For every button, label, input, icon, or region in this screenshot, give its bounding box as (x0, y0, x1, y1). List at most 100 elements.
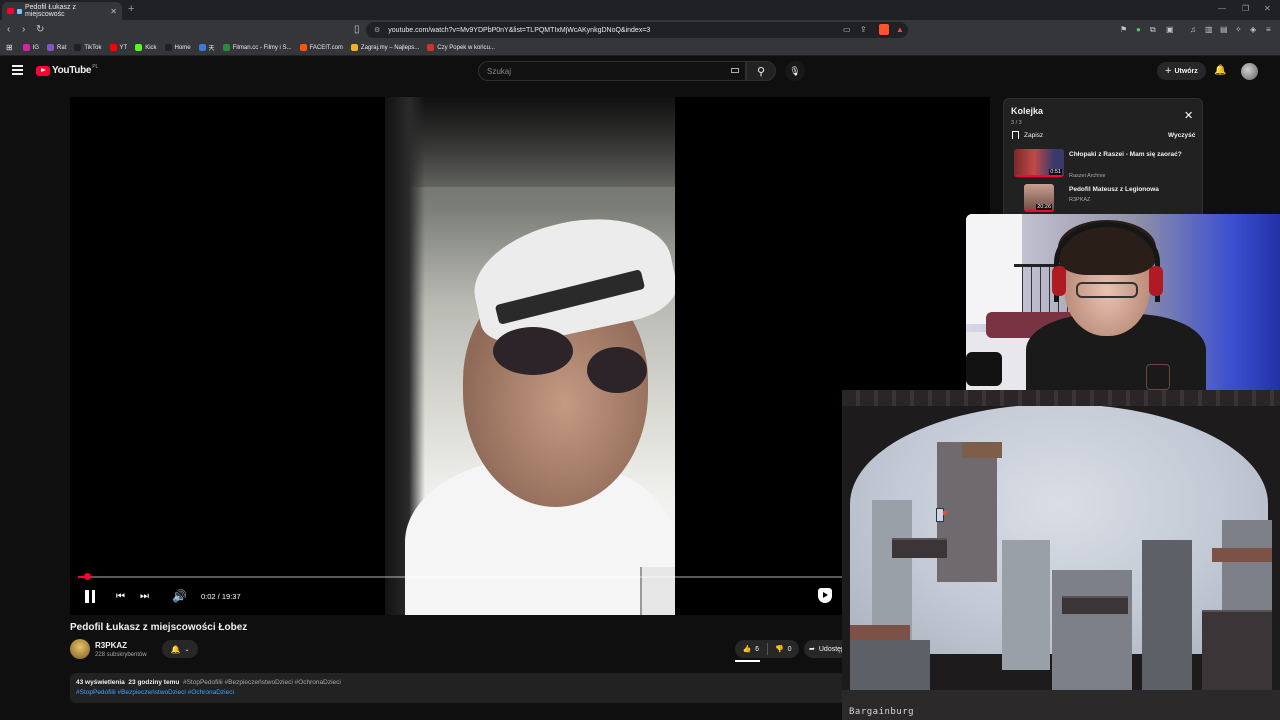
subscription-bell-button[interactable]: 🔔 ⌄ (162, 640, 198, 658)
bookmark-item[interactable]: Filman.cc - Filmy i S... (222, 43, 292, 52)
like-dislike-bar: 👍 6 👎 0 (735, 640, 799, 658)
menu-icon[interactable]: ≡ (1266, 25, 1271, 34)
bookmark-item[interactable]: Zagraj.my – Najleps... (350, 43, 419, 52)
bookmark-item[interactable]: 天 (198, 43, 215, 52)
game-ceiling (842, 390, 1280, 406)
minimize-icon[interactable]: — (1218, 4, 1226, 13)
extension-green-icon[interactable]: ● (1136, 25, 1141, 34)
reload-icon[interactable]: ↻ (36, 24, 44, 35)
video-title: Pedofil Łukasz z miejscowości Łobez (70, 622, 248, 633)
previous-icon[interactable]: ⏮ (116, 591, 125, 602)
window-close-icon[interactable]: ✕ (1264, 4, 1271, 13)
bookmark-page-icon[interactable]: ▯ (354, 24, 360, 35)
bookmark-label: TikTok (84, 44, 102, 51)
queue-item[interactable]: 20:26 Pedofil Mateusz z Legionowa R3PKAZ (1012, 184, 1202, 215)
wallet-icon[interactable]: ▤ (1220, 25, 1228, 34)
game-roof (1212, 548, 1272, 562)
queue-watched-bar (1014, 175, 1064, 177)
create-button[interactable]: + Utwórz (1157, 62, 1206, 80)
bookmark-item[interactable]: IG (22, 43, 39, 52)
youtube-logo[interactable]: YouTube PL (36, 64, 98, 76)
youtube-favicon-icon (7, 8, 15, 14)
brave-rewards-icon[interactable]: ▲ (896, 25, 904, 34)
bookmark-favicon-icon (109, 44, 117, 51)
share-icon[interactable]: ⇪ (860, 25, 867, 34)
apps-grid-icon[interactable]: ⊞ (6, 43, 13, 52)
bookmark-favicon-icon (164, 44, 172, 51)
save-playlist-button[interactable]: Zapisz (1012, 131, 1043, 139)
bookmark-item[interactable]: Home (164, 43, 191, 52)
new-tab-button[interactable]: + (128, 3, 134, 15)
game-tower-roof (962, 442, 1002, 458)
bookmark-favicon-icon (222, 44, 230, 51)
queue-item-title: Pedofil Mateusz z Legionowa (1069, 186, 1159, 193)
leo-icon[interactable]: ✧ (1235, 25, 1242, 34)
url-text: youtube.com/watch?v=Mv9YDPbP0nY&list=TLP… (388, 26, 651, 34)
video-frame (385, 97, 675, 615)
next-icon[interactable]: ⏭ (140, 591, 149, 602)
search-button[interactable]: ⚲ (746, 61, 776, 81)
mug (640, 567, 675, 615)
bookmark-item[interactable]: Kick (135, 43, 157, 52)
plus-icon: + (1165, 65, 1172, 77)
maximize-icon[interactable]: ❐ (1242, 4, 1249, 13)
tab-title: Pedofil Łukasz z miejscowośc (24, 4, 76, 18)
queue-close-icon[interactable]: ✕ (1184, 109, 1193, 122)
bookmark-favicon-icon (350, 44, 358, 51)
avatar[interactable] (1241, 63, 1258, 80)
notifications-bell-icon[interactable]: 🔔 (1214, 65, 1226, 76)
extension-puzzle-icon[interactable]: ⧉ (1150, 25, 1156, 35)
voice-search-button[interactable]: 🎙 (785, 61, 805, 81)
search-input[interactable]: Szukaj (478, 61, 746, 81)
like-button[interactable]: 👍 6 (735, 645, 767, 654)
keyboard-icon[interactable] (731, 68, 739, 73)
queue-thumbnail: 0:51 (1014, 149, 1064, 177)
queue-title: Kolejka (1011, 106, 1044, 116)
bookmark-item[interactable]: TikTok (74, 43, 102, 52)
tab-close-icon[interactable]: ✕ (110, 7, 117, 16)
sidebar-icon[interactable]: ▥ (1205, 25, 1213, 34)
bookmark-item[interactable]: YT (109, 43, 128, 52)
description-line-2: #StopPedofilii #BezpieczeństwoDzieci #Oc… (76, 688, 839, 698)
bookmark-label: Rat (57, 44, 67, 51)
volume-icon[interactable]: 🔊 (172, 589, 187, 603)
forward-arrow-icon[interactable]: › (22, 24, 25, 35)
back-arrow-icon[interactable]: ‹ (7, 24, 10, 35)
description-box[interactable]: 43 wyświetlenia 23 godziny temu #StopPed… (70, 673, 845, 703)
extension-icon[interactable]: ⚑ (1120, 25, 1127, 34)
channel-avatar[interactable] (70, 639, 90, 659)
bookmark-favicon-icon (74, 44, 82, 51)
channel-watermark-icon[interactable] (818, 588, 832, 603)
thumbs-down-icon: 👎 (774, 646, 784, 653)
media-control-icon[interactable]: ♫ (1190, 25, 1196, 34)
hoodie-logo (1146, 364, 1170, 390)
dislike-button[interactable]: 👎 0 (768, 645, 800, 654)
bookmark-item[interactable]: Rat (47, 43, 66, 52)
queue-item[interactable]: 0:51 Chłopaki z Raszei - Mam się zaorać?… (1012, 149, 1202, 181)
bookmark-icon (1012, 131, 1019, 139)
progress-scrubber[interactable] (84, 573, 92, 580)
bookmark-item[interactable]: Czy Popek w końcu... (427, 43, 495, 52)
description-tags-2[interactable]: #StopPedofilii #BezpieczeństwoDzieci #Oc… (76, 689, 234, 696)
bookmark-item[interactable]: FACEIT.com (299, 43, 343, 52)
browser-tab-active[interactable]: Pedofil Łukasz z miejscowośc ✕ (2, 2, 122, 20)
site-info-icon[interactable]: ⚙ (374, 26, 380, 34)
extension-box-icon[interactable]: ▣ (1166, 25, 1174, 34)
queue-watched-bar (1024, 210, 1054, 212)
description-tags-1: #StopPedofilii #BezpieczeństwoDzieci #Oc… (182, 679, 341, 686)
upload-age: 23 godziny temu (128, 679, 180, 686)
youtube-play-logo-icon (36, 65, 50, 76)
bookmark-label: Czy Popek w końcu... (437, 44, 495, 51)
game-building (1052, 570, 1132, 690)
hamburger-menu-icon[interactable] (12, 65, 23, 77)
url-bar[interactable]: ⚙ youtube.com/watch?v=Mv9YDPbP0nY&list=T… (366, 22, 908, 38)
game-building (1142, 540, 1192, 690)
pause-button[interactable] (84, 590, 96, 603)
bookmark-favicon-icon (47, 44, 55, 51)
clear-queue-button[interactable]: Wyczyść (1168, 132, 1195, 139)
cast-icon[interactable]: ▭ (843, 25, 851, 34)
brave-shield-icon[interactable] (879, 24, 889, 35)
channel-name[interactable]: R3PKAZ (95, 641, 127, 650)
vpn-icon[interactable]: ◈ (1250, 25, 1256, 34)
bookmark-label: YT (119, 44, 128, 51)
